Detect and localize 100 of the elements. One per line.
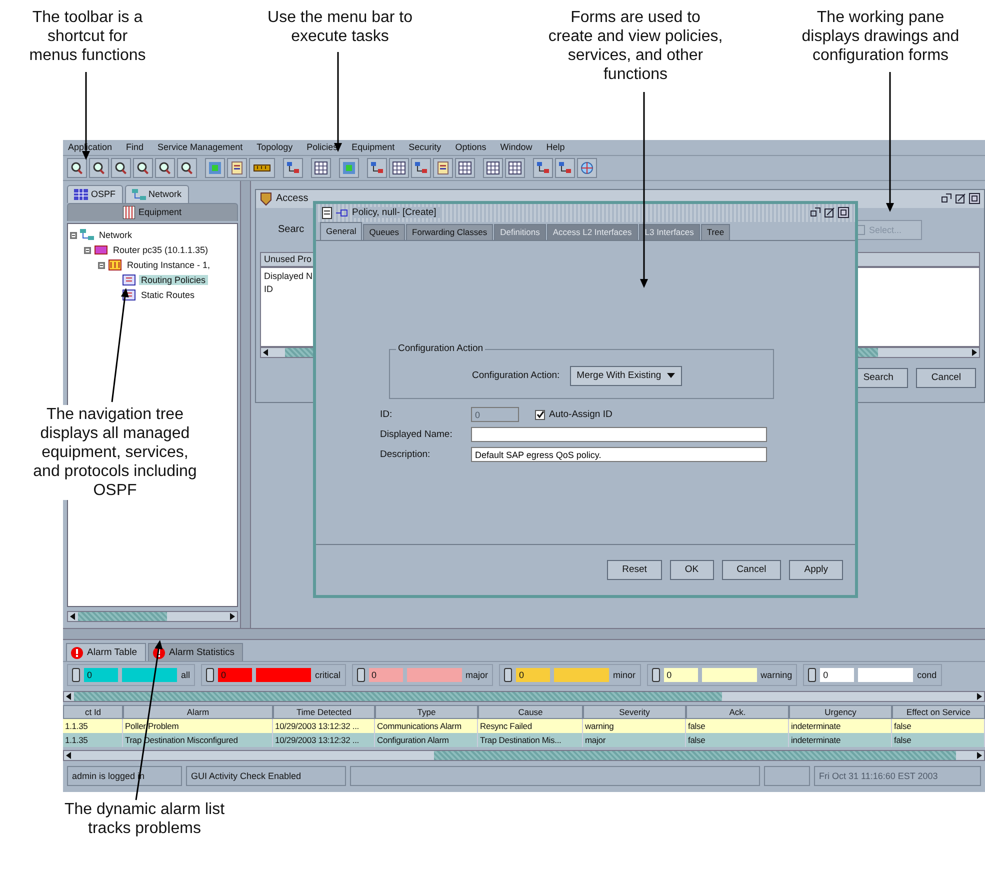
- scroll-right-icon[interactable]: [971, 348, 977, 356]
- severity-filter[interactable]: 0 warning: [646, 664, 798, 686]
- scroll-left-icon[interactable]: [66, 693, 72, 700]
- count-field: 0: [84, 668, 118, 682]
- restore-icon[interactable]: [941, 193, 952, 204]
- toolbar-button[interactable]: [433, 158, 453, 178]
- action-dropdown[interactable]: Merge With Existing: [570, 366, 682, 386]
- navigation-tab[interactable]: Network: [124, 184, 189, 203]
- column-header[interactable]: Alarm: [123, 705, 273, 719]
- scroll-left-icon[interactable]: [70, 613, 76, 620]
- dialog-title: Policy, null- [Create]: [352, 207, 440, 218]
- maximize-icon[interactable]: [955, 193, 966, 204]
- form-tab[interactable]: Forwarding Classes: [406, 224, 494, 240]
- severity-label: critical: [315, 670, 341, 680]
- toolbar-button[interactable]: [555, 158, 575, 178]
- toolbar-button[interactable]: [455, 158, 475, 178]
- toolbar-button[interactable]: [155, 158, 175, 178]
- horizontal-scrollbar[interactable]: [63, 750, 985, 761]
- menu-item[interactable]: Window: [500, 142, 532, 152]
- toolbar-button[interactable]: [177, 158, 197, 178]
- menu-item[interactable]: Equipment: [352, 142, 395, 152]
- tree-item[interactable]: Static Routes: [139, 290, 197, 300]
- collapse-toggle[interactable]: [70, 232, 77, 239]
- severity-filter[interactable]: 0 critical: [201, 664, 346, 686]
- menu-item[interactable]: Help: [546, 142, 565, 152]
- alarm-tab[interactable]: Alarm Statistics: [148, 643, 244, 661]
- menu-item[interactable]: Topology: [256, 142, 293, 152]
- restore-icon[interactable]: [810, 207, 821, 218]
- toolbar-button[interactable]: [89, 158, 109, 178]
- column-header[interactable]: Severity: [583, 705, 686, 719]
- network-icon: [80, 229, 94, 242]
- tree-item[interactable]: Routing Instance - 1,: [125, 260, 212, 270]
- toolbar-button[interactable]: [389, 158, 409, 178]
- table-row[interactable]: 1.1.35 Poller Problem 10/29/2003 13:12:32 ... Communications Alarm Resync Failed warning false indeterminate false: [63, 719, 985, 733]
- tree-item[interactable]: Routing Policies: [139, 275, 208, 286]
- column-header[interactable]: Ack.: [686, 705, 789, 719]
- checkbox[interactable]: [535, 410, 545, 420]
- horizontal-scrollbar[interactable]: [67, 611, 238, 622]
- tree-item[interactable]: Router pc35 (10.1.1.35): [111, 245, 210, 256]
- table-cell: 1.1.35: [63, 733, 123, 747]
- window-title: Access: [276, 193, 308, 204]
- severity-filter[interactable]: 0 minor: [499, 664, 641, 686]
- menu-item[interactable]: Security: [408, 142, 442, 152]
- tree-item[interactable]: Network: [97, 230, 134, 240]
- toolbar-button[interactable]: [505, 158, 525, 178]
- maximize-icon[interactable]: [824, 207, 835, 218]
- menu-item[interactable]: Find: [126, 142, 144, 152]
- toolbar-button[interactable]: [483, 158, 503, 178]
- dialog-button[interactable]: Reset: [607, 560, 662, 580]
- flag-icon: [72, 668, 80, 682]
- column-header[interactable]: Effect on Service: [892, 705, 985, 719]
- scroll-right-icon[interactable]: [976, 752, 982, 759]
- toolbar-button[interactable]: [67, 158, 87, 178]
- alarm-tab[interactable]: Alarm Table: [66, 643, 146, 661]
- action-button[interactable]: Cancel: [916, 368, 976, 388]
- scroll-right-icon[interactable]: [976, 693, 982, 700]
- flag-icon: [356, 668, 365, 682]
- menu-item[interactable]: Service Management: [158, 142, 243, 152]
- description-field[interactable]: Default SAP egress QoS policy.: [471, 447, 767, 462]
- toolbar-button[interactable]: [533, 158, 553, 178]
- dialog-button[interactable]: Cancel: [722, 560, 782, 580]
- column-header[interactable]: ct Id: [63, 705, 123, 719]
- navigation-tab[interactable]: Equipment: [67, 202, 238, 221]
- column-header[interactable]: Type: [375, 705, 478, 719]
- severity-filter[interactable]: 0 major: [352, 664, 494, 686]
- dialog-button[interactable]: OK: [670, 560, 714, 580]
- network-icon: [286, 160, 300, 175]
- form-tab[interactable]: Tree: [700, 224, 730, 240]
- scroll-right-icon[interactable]: [229, 613, 235, 620]
- callout-text: The toolbar is a shortcut for menus functions: [28, 8, 147, 65]
- list-title: Unused Pro: [264, 254, 312, 264]
- toolbar-button[interactable]: [411, 158, 431, 178]
- name-field[interactable]: [471, 427, 767, 442]
- collapse-toggle[interactable]: [98, 262, 105, 269]
- close-icon[interactable]: [969, 193, 980, 204]
- column-header[interactable]: Cause: [478, 705, 583, 719]
- form-tab[interactable]: General: [320, 222, 362, 240]
- column-header[interactable]: Time Detected: [273, 705, 375, 719]
- scroll-left-icon[interactable]: [66, 752, 72, 759]
- toolbar-button[interactable]: [227, 158, 247, 178]
- column-header[interactable]: Urgency: [789, 705, 892, 719]
- toolbar-button[interactable]: [111, 158, 131, 178]
- count-field: 0: [516, 668, 550, 682]
- severity-filter[interactable]: 0 all: [67, 664, 196, 686]
- dialog-button[interactable]: Apply: [789, 560, 843, 580]
- menu-item[interactable]: Options: [455, 142, 486, 152]
- toolbar-button[interactable]: [311, 158, 331, 178]
- table-cell: false: [892, 733, 985, 747]
- magnifier-icon: [92, 160, 106, 175]
- form-tab[interactable]: Queues: [363, 224, 406, 240]
- scroll-left-icon[interactable]: [263, 348, 269, 356]
- toolbar-button[interactable]: [133, 158, 153, 178]
- toolbar-button[interactable]: [249, 158, 275, 178]
- horizontal-scrollbar[interactable]: [63, 691, 985, 702]
- collapse-toggle[interactable]: [84, 246, 91, 254]
- toolbar-button[interactable]: [367, 158, 387, 178]
- close-icon[interactable]: [838, 207, 849, 218]
- severity-filter[interactable]: 0 cond: [803, 664, 942, 686]
- toolbar-button[interactable]: [283, 158, 303, 178]
- navigation-tab[interactable]: OSPF: [67, 184, 123, 203]
